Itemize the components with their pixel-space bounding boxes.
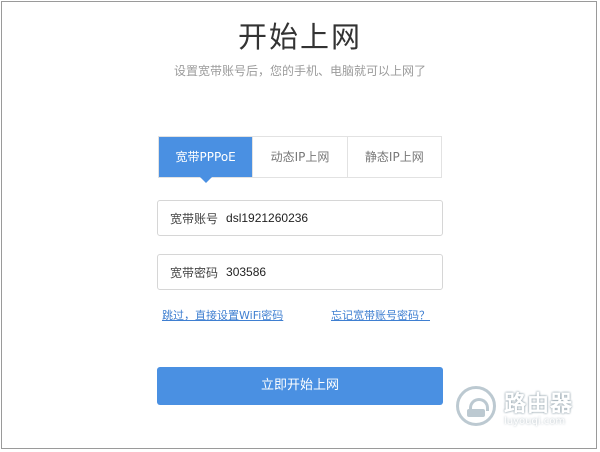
page-title: 开始上网 <box>237 20 362 54</box>
account-label: 宽带账号 <box>170 211 219 226</box>
watermark-domain: luyouqi.com <box>504 415 566 427</box>
connection-type-tabs: 宽带PPPoE 动态IP上网 静态IP上网 <box>158 136 442 183</box>
tab-static-ip[interactable]: 静态IP上网 <box>346 137 441 177</box>
tab-pppoe[interactable]: 宽带PPPoE <box>159 137 253 183</box>
password-label: 宽带密码 <box>170 265 219 280</box>
watermark-text: 路由器 <box>504 391 574 417</box>
watermark: 路由器 luyouqi.com <box>456 382 596 430</box>
password-input[interactable]: 303586 <box>226 265 266 279</box>
tab-dynamic-ip[interactable]: 动态IP上网 <box>252 137 346 177</box>
account-field[interactable]: 宽带账号 dsl1921260236 <box>157 200 443 236</box>
skip-to-wifi-link[interactable]: 跳过，直接设置WiFi密码 <box>162 307 283 323</box>
start-internet-button[interactable]: 立即开始上网 <box>157 367 443 405</box>
account-input[interactable]: dsl1921260236 <box>226 211 308 225</box>
forgot-account-link[interactable]: 忘记宽带账号密码？ <box>331 307 430 323</box>
router-logo-icon <box>456 386 496 426</box>
page-subtitle: 设置宽带账号后，您的手机、电脑就可以上网了 <box>173 64 426 78</box>
password-field[interactable]: 宽带密码 303586 <box>157 254 443 290</box>
